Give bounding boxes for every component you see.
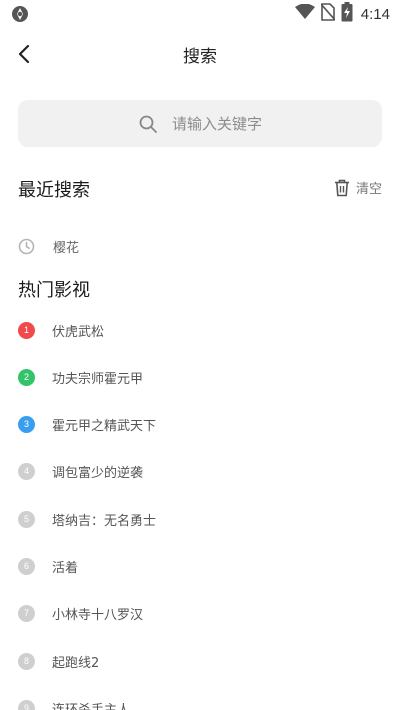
no-sim-icon xyxy=(320,3,336,25)
hot-item[interactable]: 2 功夫宗师霍元甲 xyxy=(18,363,382,391)
status-bar: 4:14 xyxy=(0,0,400,28)
hot-item-label: 起跑线2 xyxy=(52,655,100,671)
trash-icon xyxy=(334,179,349,196)
hot-item[interactable]: 1 伏虎武松 xyxy=(18,316,382,344)
search-input[interactable]: 请输入关键字 xyxy=(18,100,382,147)
hot-movies-title: 热门影视 xyxy=(18,280,90,301)
hot-item-label: 塔纳吉：无名勇士 xyxy=(52,513,157,529)
clock-icon xyxy=(18,238,35,254)
battery-charging-icon xyxy=(341,2,353,26)
rank-badge: 2 xyxy=(18,368,35,386)
rank-badge: 8 xyxy=(18,652,35,670)
hot-item-label: 霍元甲之精武天下 xyxy=(52,418,157,434)
rank-badge: 9 xyxy=(18,699,35,710)
hot-item[interactable]: 8 起跑线2 xyxy=(18,647,382,675)
recent-search-header: 最近搜索 清空 xyxy=(18,176,382,204)
rank-badge: 7 xyxy=(18,604,35,622)
hot-item-label: 小林寺十八罗汉 xyxy=(52,607,144,623)
hot-item-label: 活着 xyxy=(52,560,79,576)
hot-item[interactable]: 6 活着 xyxy=(18,552,382,580)
search-placeholder: 请输入关键字 xyxy=(171,115,262,133)
history-item[interactable]: 樱花 xyxy=(18,232,382,260)
hot-item[interactable]: 9 连环杀手主人 xyxy=(18,694,382,710)
hot-item[interactable]: 7 小林寺十八罗汉 xyxy=(18,599,382,627)
hot-item-label: 伏虎武松 xyxy=(52,324,105,340)
app-notification-icon xyxy=(10,4,30,24)
hot-item[interactable]: 3 霍元甲之精武天下 xyxy=(18,410,382,438)
rank-badge: 1 xyxy=(18,321,35,339)
rank-badge: 3 xyxy=(18,415,35,433)
history-item-label: 樱花 xyxy=(53,240,80,256)
hot-item[interactable]: 4 调包富少的逆袭 xyxy=(18,457,382,485)
rank-badge: 4 xyxy=(18,462,35,480)
hot-item-label: 调包富少的逆袭 xyxy=(52,465,144,481)
rank-badge: 6 xyxy=(18,557,35,575)
recent-search-title: 最近搜索 xyxy=(18,180,90,201)
hot-item[interactable]: 5 塔纳吉：无名勇士 xyxy=(18,505,382,533)
clear-label: 清空 xyxy=(355,182,382,197)
status-time: 4:14 xyxy=(360,5,390,23)
hot-item-label: 功夫宗师霍元甲 xyxy=(52,371,144,387)
wifi-icon xyxy=(294,3,315,24)
search-icon xyxy=(138,114,158,134)
rank-badge: 5 xyxy=(18,510,35,528)
page-title: 搜索 xyxy=(183,47,217,67)
nav-bar: 搜索 xyxy=(0,32,400,76)
status-icons: 4:14 xyxy=(294,2,390,26)
clear-history-button[interactable]: 清空 xyxy=(334,178,382,197)
hot-item-label: 连环杀手主人 xyxy=(52,702,131,710)
